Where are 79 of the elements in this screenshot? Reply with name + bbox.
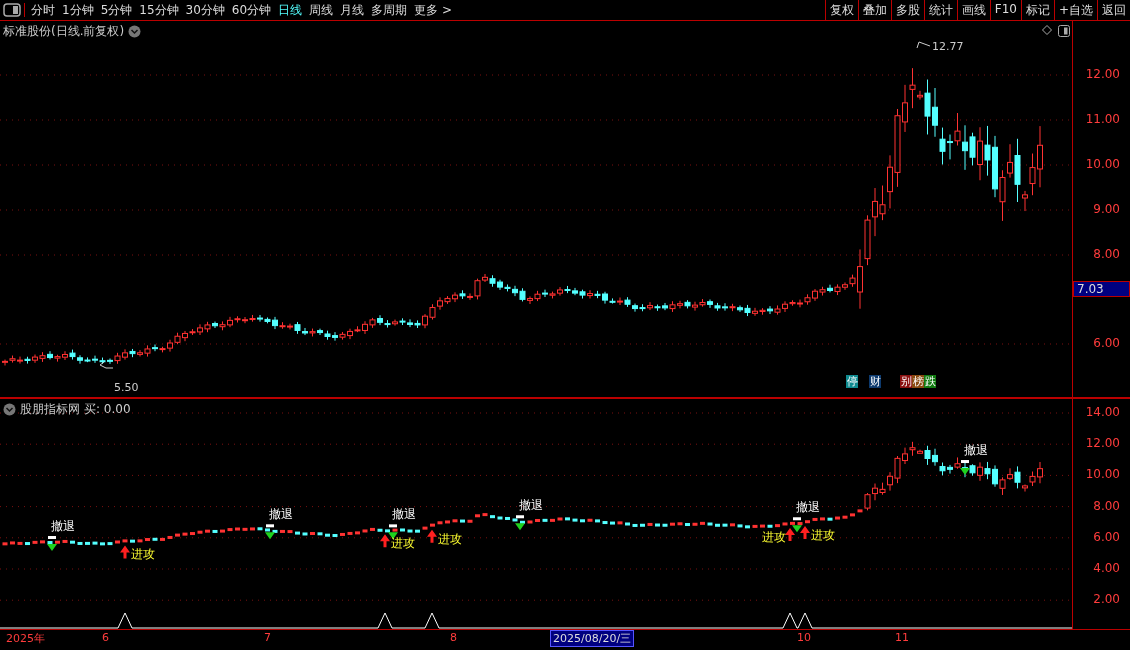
up-arrow-icon (427, 529, 437, 543)
toolbar-button[interactable]: 复权 (824, 0, 858, 20)
leader-line (916, 41, 931, 49)
panel-toggle-icon[interactable] (1058, 25, 1070, 37)
period-tab[interactable]: 月线 (340, 1, 365, 19)
period-tab[interactable]: 周线 (309, 1, 334, 19)
retreat-label: 撤退 (392, 506, 416, 524)
period-tab[interactable]: 更多 > (414, 1, 452, 19)
toolbar-button[interactable]: 标记 (1020, 0, 1054, 20)
attack-label: 进攻 (391, 535, 415, 553)
indicator-tick: 8.00 (1093, 498, 1120, 513)
chart-title: 标准股份(日线.前复权) (3, 23, 125, 40)
retreat-marker-icon (265, 524, 275, 540)
period-tab[interactable]: 15分钟 (139, 1, 179, 19)
event-badge[interactable]: 财 (869, 375, 881, 388)
up-arrow-icon (785, 527, 795, 541)
indicator-tick: 10.00 (1085, 467, 1120, 482)
date-label: 2025/08/20/三 (550, 630, 635, 647)
period-tab[interactable]: 1分钟 (62, 1, 94, 19)
period-tab[interactable]: 日线 (278, 1, 303, 19)
toolbar-button[interactable]: 统计 (923, 0, 957, 20)
panel-toggle-icon[interactable] (0, 3, 25, 17)
date-label: 8 (449, 631, 458, 644)
price-tick: 12.00 (1085, 67, 1120, 81)
toolbar-button[interactable]: F10 (989, 0, 1021, 20)
retreat-marker-icon (515, 515, 525, 531)
price-tick: 6.00 (1093, 336, 1120, 350)
price-tick: 8.00 (1093, 247, 1120, 261)
current-price-tag: 7.03 (1073, 281, 1130, 297)
date-label: 11 (894, 631, 910, 644)
retreat-label: 撤退 (964, 442, 988, 460)
dropdown-icon[interactable] (3, 403, 16, 416)
event-badge[interactable]: 榜 (912, 375, 924, 388)
period-tab[interactable]: 多周期 (371, 1, 408, 19)
retreat-marker-icon (47, 536, 57, 551)
period-tab[interactable]: 分时 (31, 1, 55, 19)
toolbar-button[interactable]: 画线 (956, 0, 990, 20)
date-label: 7 (263, 631, 272, 644)
retreat-label: 撤退 (519, 497, 543, 515)
low-price-label: 5.50 (114, 381, 139, 394)
retreat-label: 撤退 (51, 518, 75, 535)
attack-label: 进攻 (131, 546, 155, 564)
indicator-tick: 6.00 (1093, 529, 1120, 544)
date-label: 2025年 (5, 631, 46, 646)
attack-label: 进攻 (438, 530, 462, 548)
indicator-name: 股朋指标网 (20, 401, 80, 418)
diamond-icon[interactable] (1042, 25, 1052, 35)
toolbar-button[interactable]: 叠加 (857, 0, 891, 20)
indicator-tick: 2.00 (1093, 592, 1120, 607)
leader-line (99, 361, 114, 369)
high-price-label: 12.77 (932, 40, 964, 53)
period-tab[interactable]: 60分钟 (231, 1, 272, 19)
attack-label: 进攻 (811, 527, 835, 544)
date-label: 6 (101, 631, 110, 644)
price-tick: 11.00 (1085, 112, 1120, 126)
event-badge[interactable]: 别 (900, 375, 912, 388)
retreat-marker-icon (792, 517, 802, 533)
event-badge[interactable]: 跌 (924, 375, 936, 388)
toolbar-button[interactable]: 多股 (890, 0, 924, 20)
price-tick: 9.00 (1093, 202, 1120, 216)
attack-label: 进攻 (762, 528, 786, 546)
up-arrow-icon (120, 545, 130, 559)
up-arrow-icon (800, 526, 810, 539)
indicator-tick: 4.00 (1093, 561, 1120, 575)
up-arrow-icon (380, 534, 390, 548)
toolbar-button[interactable]: 返回 (1097, 0, 1130, 20)
retreat-label: 撤退 (796, 499, 820, 517)
period-tab[interactable]: 5分钟 (100, 1, 133, 19)
dropdown-icon[interactable] (128, 25, 142, 38)
period-tab[interactable]: 30分钟 (185, 1, 225, 19)
retreat-label: 撤退 (269, 506, 293, 524)
indicator-value: 买: 0.00 (84, 401, 131, 418)
indicator-tick: 14.00 (1085, 405, 1120, 419)
indicator-tick: 12.00 (1085, 436, 1120, 451)
retreat-marker-icon (960, 460, 970, 476)
price-tick: 10.00 (1085, 157, 1120, 171)
event-badge[interactable]: 停 (846, 375, 858, 388)
toolbar-button[interactable]: +自选 (1053, 0, 1097, 20)
date-label: 10 (796, 631, 812, 644)
